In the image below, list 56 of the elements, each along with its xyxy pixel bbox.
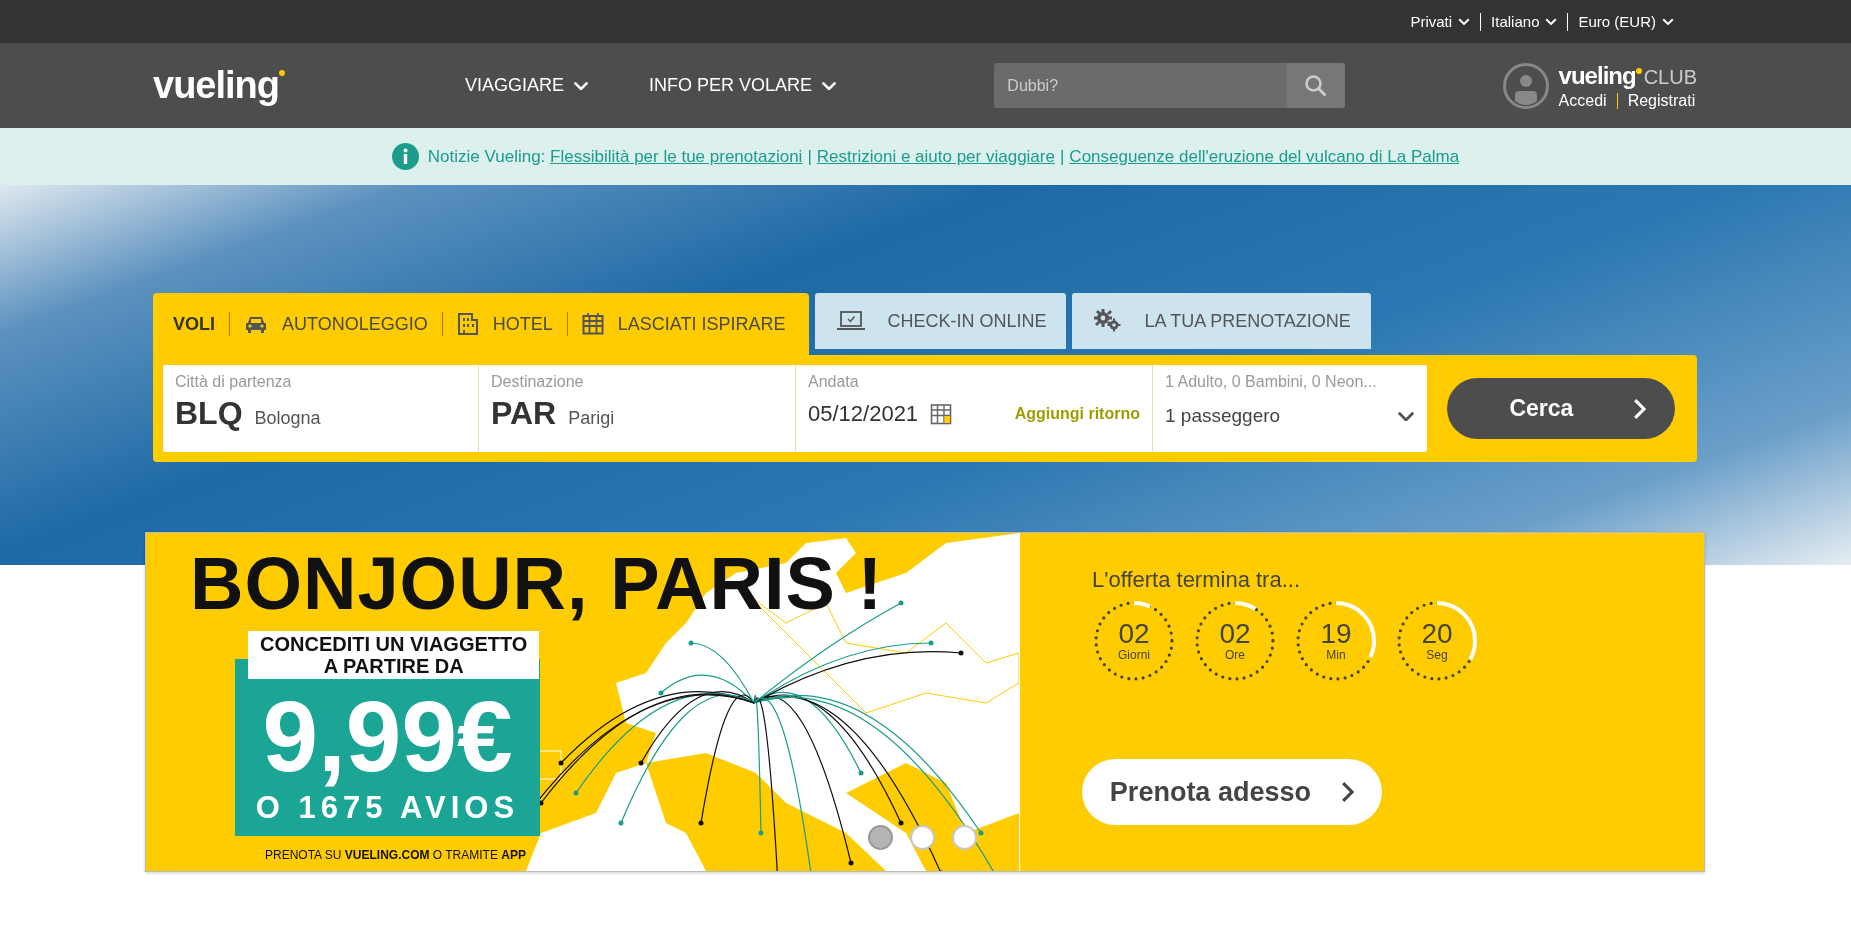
gears-icon: [1094, 309, 1123, 333]
account-link[interactable]: Accedi: [1558, 91, 1607, 110]
separator: |: [1059, 146, 1065, 166]
countdown-unit: Min: [1326, 648, 1346, 662]
info-icon: [391, 143, 419, 170]
book-now-button[interactable]: Prenota adesso: [1082, 759, 1382, 825]
chevron-right-icon: [1633, 397, 1647, 420]
dropdown-menu[interactable]: Privati: [1400, 13, 1481, 30]
avatar-icon[interactable]: [1502, 62, 1549, 109]
date-field[interactable]: Andata 05/12/2021 Aggiungi ritorno: [795, 365, 1152, 452]
tab[interactable]: LASCIATI ISPIRARE: [566, 312, 800, 336]
countdown-value: 02: [1118, 620, 1150, 648]
club-label: CLUB: [1643, 65, 1697, 89]
club-logo: vueling: [1558, 61, 1642, 90]
calendar-icon: [930, 403, 953, 425]
origin-field[interactable]: Città di partenza BLQ Bologna: [163, 365, 478, 452]
logo[interactable]: vueling: [153, 64, 294, 107]
nav-menu[interactable]: VIAGGIARE: [465, 75, 590, 96]
tab[interactable]: VOLI: [173, 312, 229, 336]
tab[interactable]: LA TUA PRENOTAZIONE: [1072, 293, 1371, 349]
separator: |: [807, 146, 812, 166]
dropdown-menu[interactable]: Euro (EUR): [1568, 13, 1684, 30]
chevron-down-icon: [1545, 17, 1558, 26]
tab[interactable]: AUTONOLEGGIO: [229, 312, 442, 336]
laptop-icon: [837, 311, 866, 331]
search-icon: [1304, 73, 1329, 98]
search-button[interactable]: Cerca: [1447, 378, 1675, 439]
countdown-value: 19: [1320, 620, 1352, 648]
chevron-right-icon: [1340, 781, 1355, 803]
countdown-value: 20: [1421, 620, 1453, 648]
countdown-title: L'offerta termina tra...: [1092, 567, 1301, 593]
passengers-dropdown[interactable]: 1 Adulto, 0 Bambini, 0 Neon... 1 passeggero: [1152, 365, 1427, 452]
dropdown-menu[interactable]: Italiano: [1481, 13, 1568, 30]
countdown-unit: Seg: [1426, 648, 1448, 662]
building-icon: [456, 313, 479, 335]
search-button[interactable]: [1287, 63, 1346, 108]
nav-menu[interactable]: INFO PER VOLARE: [649, 75, 838, 96]
countdown-value: 02: [1219, 620, 1251, 648]
countdown-unit: Ore: [1225, 648, 1245, 662]
chevron-down-icon: [821, 80, 838, 91]
news-label: Notizie Vueling:: [427, 146, 546, 166]
chevron-down-icon: [1397, 410, 1415, 422]
chevron-down-icon: [1458, 17, 1471, 26]
chevron-down-icon: [573, 80, 590, 91]
tab[interactable]: CHECK-IN ONLINE: [815, 293, 1067, 349]
account-link[interactable]: Registrati: [1627, 91, 1696, 110]
countdown-unit: Giorni: [1118, 648, 1150, 662]
destination-field[interactable]: Destinazione PAR Parigi: [478, 365, 795, 452]
search-field[interactable]: Dubbi?: [994, 63, 1288, 108]
car-icon: [244, 314, 268, 334]
chevron-down-icon: [1662, 17, 1674, 26]
promo-subline: CONCEDITI UN VIAGGETTO A PARTIRE DA: [248, 631, 540, 679]
calendar-icon: [581, 313, 604, 335]
tab[interactable]: HOTEL: [441, 312, 567, 336]
promo-footnote: PRENOTA SU VUELING.COM O TRAMITE APP: [265, 848, 527, 862]
avios-price: O 1675 AVIOS: [254, 790, 521, 826]
